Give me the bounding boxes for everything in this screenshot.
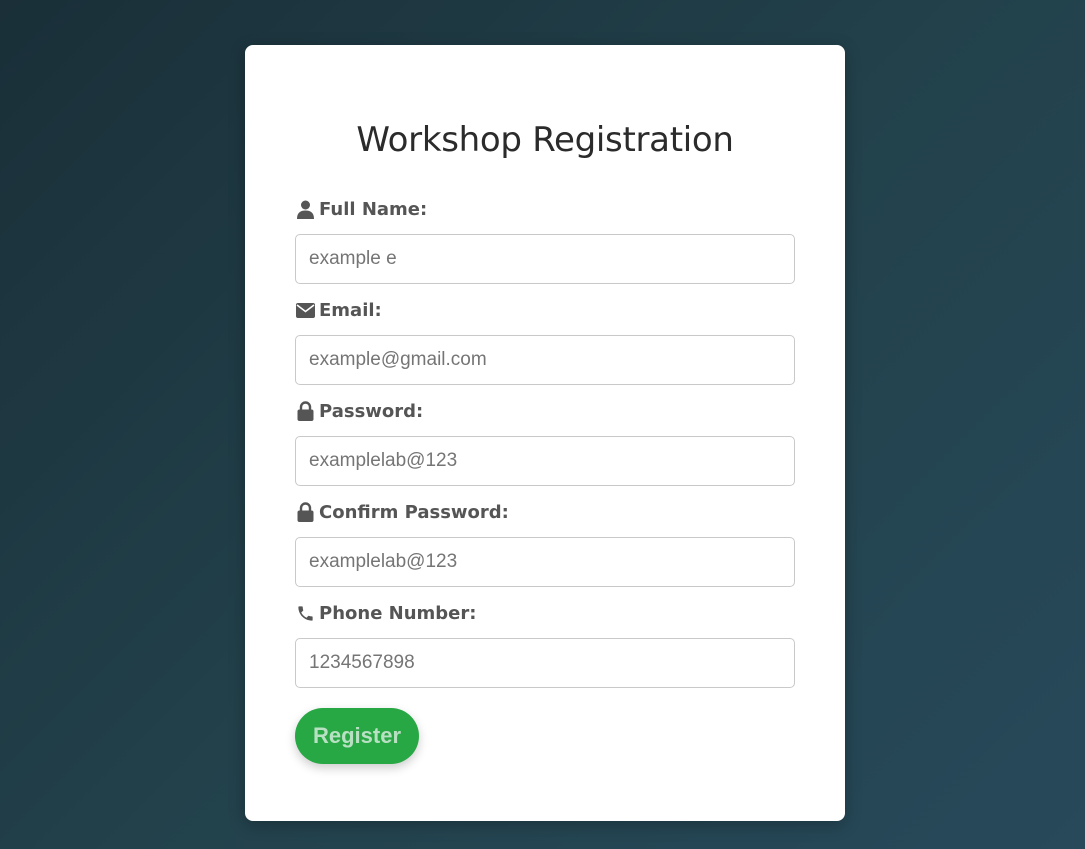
password-label: Password: [319,400,424,422]
email-field: Email: [295,299,795,385]
full-name-input[interactable] [295,234,795,284]
page-title: Workshop Registration [356,120,734,160]
full-name-label-row: Full Name: [295,198,795,220]
registration-card: Workshop Registration Full Name: example… [245,45,845,821]
confirm-password-field: Confirm Password: [295,501,795,587]
envelope-icon [295,300,315,320]
lock-icon [295,401,315,421]
lock-icon [295,502,315,522]
phone-icon [295,603,315,623]
password-input[interactable] [295,436,795,486]
phone-number-label-row: Phone Number: [295,602,795,624]
email-label: Email: [319,299,382,321]
phone-number-field: Phone Number: [295,602,795,688]
confirm-password-input[interactable] [295,537,795,587]
full-name-label: Full Name: [319,198,428,220]
confirm-password-label: Confirm Password: [319,501,509,523]
email-input[interactable] [295,335,795,385]
full-name-field: Full Name: [295,198,795,284]
phone-number-input[interactable] [295,638,795,688]
confirm-password-label-row: Confirm Password: [295,501,795,523]
password-field: Password: [295,400,795,486]
phone-number-label: Phone Number: [319,602,477,624]
user-icon [295,199,315,219]
registration-form: Full Name: Email: [295,198,795,764]
register-button[interactable]: Register [295,708,420,764]
password-label-row: Password: [295,400,795,422]
email-label-row: Email: [295,299,795,321]
